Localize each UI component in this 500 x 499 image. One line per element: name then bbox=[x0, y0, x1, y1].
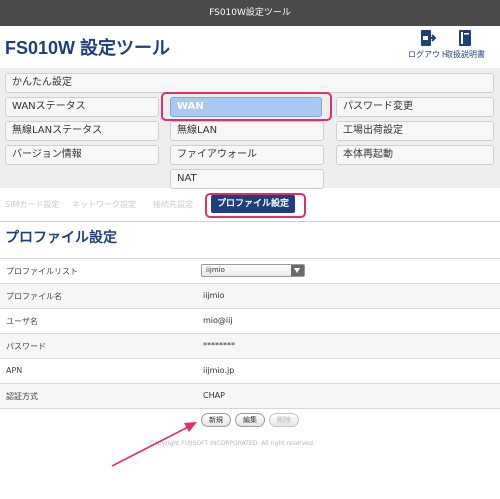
app-title: FS010W 設定ツール bbox=[5, 38, 171, 58]
profile-list-selected: iijmio bbox=[206, 266, 225, 274]
password-label: パスワード bbox=[6, 342, 46, 351]
window-title: FS010W設定ツール bbox=[209, 8, 291, 18]
profile-actions: 新規 編集 削除 bbox=[0, 410, 500, 432]
password-value: ******** bbox=[203, 341, 235, 350]
new-button[interactable]: 新規 bbox=[201, 413, 231, 427]
menu-wlan-status[interactable]: 無線LANステータス bbox=[5, 121, 159, 141]
menu-nat[interactable]: NAT bbox=[170, 169, 324, 189]
menu-kantan-settings[interactable]: かんたん設定 bbox=[5, 73, 494, 93]
dropdown-arrow-icon bbox=[291, 265, 304, 276]
auth-method-label: 認証方式 bbox=[6, 392, 38, 401]
manual-label: 取扱説明書 bbox=[445, 50, 485, 59]
auth-method-value: CHAP bbox=[203, 391, 225, 400]
table-row: プロファイルリスト iijmio bbox=[0, 259, 500, 284]
table-row: APN iijmio.jp bbox=[0, 359, 500, 384]
profile-name-label: プロファイル名 bbox=[6, 292, 62, 301]
logout-icon bbox=[421, 30, 436, 46]
logout-label: ログアウト bbox=[408, 50, 448, 59]
app-header: FS010W 設定ツール ログアウト 取扱説明書 bbox=[0, 26, 500, 68]
menu-reboot[interactable]: 本体再起動 bbox=[336, 145, 494, 165]
manual-button[interactable]: 取扱説明書 bbox=[443, 29, 487, 60]
profile-list-label: プロファイルリスト bbox=[6, 267, 78, 276]
table-row: 認証方式 CHAP bbox=[0, 384, 500, 409]
menu-firewall[interactable]: ファイアウォール bbox=[170, 145, 324, 165]
section-title: プロファイル設定 bbox=[5, 229, 117, 245]
divider bbox=[0, 221, 500, 222]
menu-wan-status[interactable]: WANステータス bbox=[5, 97, 159, 117]
apn-label: APN bbox=[6, 366, 23, 375]
username-label: ユーザ名 bbox=[6, 317, 38, 326]
username-value: mio@iij bbox=[203, 316, 233, 325]
delete-button[interactable]: 削除 bbox=[269, 413, 299, 427]
manual-book-icon bbox=[459, 30, 471, 46]
menu-factory-reset[interactable]: 工場出荷設定 bbox=[336, 121, 494, 141]
menu-version-info[interactable]: バージョン情報 bbox=[5, 145, 159, 165]
profile-list-select[interactable]: iijmio bbox=[201, 264, 305, 277]
table-row: ユーザ名 mio@iij bbox=[0, 309, 500, 334]
tab-sim-card[interactable]: SIMカード設定 bbox=[5, 199, 59, 210]
profile-form-table: プロファイルリスト iijmio プロファイル名 iijmio ユーザ名 mio… bbox=[0, 258, 500, 409]
window-title-bar: FS010W設定ツール bbox=[0, 0, 500, 26]
copyright-text: Copyright FUJISOFT INCORPORATED. All rig… bbox=[150, 440, 315, 447]
wan-highlight-frame bbox=[161, 92, 332, 121]
menu-password-change[interactable]: パスワード変更 bbox=[336, 97, 494, 117]
tab-network[interactable]: ネットワーク設定 bbox=[72, 199, 136, 210]
profile-tab-highlight-frame bbox=[205, 193, 306, 218]
tab-connect-dest[interactable]: 接続先設定 bbox=[153, 199, 193, 210]
menu-wlan[interactable]: 無線LAN bbox=[170, 121, 324, 141]
profile-name-value: iijmio bbox=[203, 291, 225, 300]
edit-button[interactable]: 編集 bbox=[235, 413, 265, 427]
table-row: プロファイル名 iijmio bbox=[0, 284, 500, 309]
main-menu-panel: かんたん設定 WANステータス WAN パスワード変更 無線LANステータス 無… bbox=[0, 68, 500, 189]
table-row: パスワード ******** bbox=[0, 334, 500, 359]
apn-value: iijmio.jp bbox=[203, 366, 235, 375]
